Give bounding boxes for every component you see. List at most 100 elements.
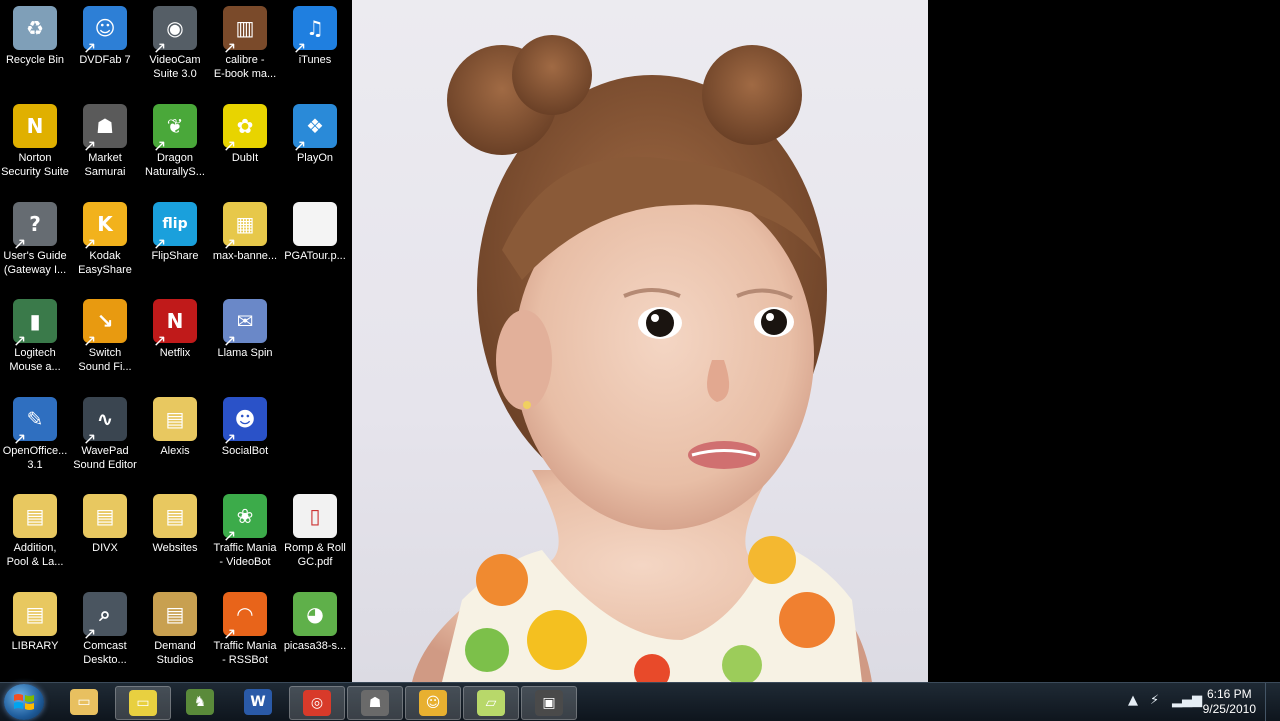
desktop-icon-label: User's Guide (Gateway I... xyxy=(3,250,67,276)
shortcut-arrow-icon: ↗ xyxy=(153,40,167,57)
desktop-icon[interactable]: ⌕ ↗ Comcast Deskto... xyxy=(70,588,140,682)
desktop-icon[interactable]: ▤ Demand Studios xyxy=(140,588,210,682)
desktop-icon[interactable]: ◉ ↗ VideoCam Suite 3.0 xyxy=(140,2,210,96)
app-folder-button[interactable]: ▭ xyxy=(115,686,171,720)
desktop-icon[interactable]: ▮ ↗ Logitech Mouse a... xyxy=(0,295,70,389)
shortcut-arrow-icon: ↗ xyxy=(83,626,97,643)
desktop-icon-label: VideoCam Suite 3.0 xyxy=(149,54,201,80)
desktop-icon-label: Market Samurai xyxy=(84,152,126,178)
desktop-icon-label: SocialBot xyxy=(221,445,269,457)
desktop-icon[interactable]: ✉ ↗ Llama Spin xyxy=(210,295,280,389)
desktop-icon[interactable]: N Norton Security Suite xyxy=(0,100,70,194)
desktop-icon-label: Dragon NaturallyS... xyxy=(145,152,205,178)
desktop-icon[interactable]: ♫ ↗ iTunes xyxy=(280,2,350,96)
desktop-icon[interactable]: ▯ Romp & Roll GC.pdf xyxy=(280,490,350,584)
photo-viewer[interactable] xyxy=(352,0,928,682)
shortcut-arrow-icon: ↗ xyxy=(153,333,167,350)
desktop-icon[interactable]: ❀ ↗ Traffic Mania - VideoBot xyxy=(210,490,280,584)
app-icon xyxy=(293,202,337,246)
word-button[interactable]: W xyxy=(231,686,285,718)
desktop-icon-label: Addition, Pool & La... xyxy=(6,542,64,568)
desktop-icon[interactable]: ▤ Websites xyxy=(140,490,210,584)
desktop-icon-label: PGATour.p... xyxy=(284,250,346,262)
desktop-icon[interactable]: ▤ LIBRARY xyxy=(0,588,70,682)
desktop-icon[interactable]: ▤ DIVX xyxy=(70,490,140,584)
desktop-icon[interactable]: ☗ ↗ Market Samurai xyxy=(70,100,140,194)
shortcut-arrow-icon: ↗ xyxy=(83,431,97,448)
shortcut-arrow-icon: ↗ xyxy=(223,333,237,350)
desktop-icon[interactable]: ◠ ↗ Traffic Mania - RSSBot xyxy=(210,588,280,682)
desktop-icon[interactable]: flip ↗ FlipShare xyxy=(140,198,210,292)
notes-icon: ▱ xyxy=(477,690,505,716)
shortcut-arrow-icon: ↗ xyxy=(13,236,27,253)
chrome-icon: ◎ xyxy=(303,690,331,716)
desktop-icon-label: Traffic Mania - VideoBot xyxy=(213,542,277,568)
desktop-icon-label: LIBRARY xyxy=(11,640,59,652)
desktop-icon-label: max-banne... xyxy=(212,250,278,262)
desktop-icon-label: DIVX xyxy=(92,542,118,554)
desktop-icon-label: Demand Studios xyxy=(154,640,196,666)
app-icon: ♻ xyxy=(13,6,57,50)
desktop-icon-area: ♻ Recycle Bin ☺ ↗ DVDFab 7 ◉ ↗ VideoCam Suite 3… xyxy=(0,0,352,682)
sticky-app-icon: ☺ xyxy=(419,690,447,716)
desktop-icon[interactable]: ◕ picasa38-s... xyxy=(280,588,350,682)
desktop-icon-label: WavePad Sound Editor xyxy=(73,445,137,471)
sticky-app-button[interactable]: ☺ xyxy=(405,686,461,720)
start-button[interactable] xyxy=(4,684,44,720)
app-icon: ▤ xyxy=(83,494,127,538)
notes-button[interactable]: ▱ xyxy=(463,686,519,720)
desktop-icon-label: OpenOffice... 3.1 xyxy=(2,445,68,471)
windows-explorer-icon: ▭ xyxy=(70,689,98,715)
shortcut-arrow-icon: ↗ xyxy=(153,138,167,155)
desktop-icon[interactable]: ? ↗ User's Guide (Gateway I... xyxy=(0,198,70,292)
windows-logo-icon xyxy=(14,694,34,710)
app-folder-icon: ▭ xyxy=(129,690,157,716)
desktop-icon[interactable]: ↘ ↗ Switch Sound Fi... xyxy=(70,295,140,389)
desktop-icon-label: Norton Security Suite xyxy=(1,152,69,178)
desktop-icon[interactable]: ✿ ↗ DubIt xyxy=(210,100,280,194)
desktop-icon-label: Comcast Deskto... xyxy=(83,640,127,666)
shortcut-arrow-icon: ↗ xyxy=(223,528,237,545)
shortcut-arrow-icon: ↗ xyxy=(223,40,237,57)
app-icon: ▯ xyxy=(293,494,337,538)
clock[interactable]: 6:16 PM 9/25/2010 xyxy=(1203,687,1256,717)
desktop-icon[interactable]: K ↗ Kodak EasyShare xyxy=(70,198,140,292)
shortcut-arrow-icon: ↗ xyxy=(223,236,237,253)
desktop-icon-label: DVDFab 7 xyxy=(79,54,131,66)
desktop-icon[interactable]: ☺ ↗ DVDFab 7 xyxy=(70,2,140,96)
app-icon: ▤ xyxy=(153,494,197,538)
desktop-icon-label: FlipShare xyxy=(151,250,199,262)
word-icon: W xyxy=(244,689,272,715)
shortcut-arrow-icon: ↗ xyxy=(223,626,237,643)
power-icon[interactable]: ⚡ xyxy=(1150,693,1159,708)
evernote-button[interactable]: ♞ xyxy=(173,686,227,718)
desktop-icon[interactable]: ∿ ↗ WavePad Sound Editor xyxy=(70,393,140,487)
chrome-button[interactable]: ◎ xyxy=(289,686,345,720)
desktop-icon-label: calibre - E-book ma... xyxy=(213,54,277,80)
show-desktop-button[interactable] xyxy=(1265,683,1280,721)
desktop-icon[interactable]: ▦ ↗ max-banne... xyxy=(210,198,280,292)
desktop-icon[interactable]: ❦ ↗ Dragon NaturallyS... xyxy=(140,100,210,194)
desktop-icon[interactable]: ▤ Addition, Pool & La... xyxy=(0,490,70,584)
desktop-icon-label: DubIt xyxy=(231,152,259,164)
network-icon[interactable]: ▂▄▆ xyxy=(1172,693,1202,708)
desktop-icon[interactable]: ▥ ↗ calibre - E-book ma... xyxy=(210,2,280,96)
desktop-icon[interactable]: N ↗ Netflix xyxy=(140,295,210,389)
desktop-icon[interactable]: ✎ ↗ OpenOffice... 3.1 xyxy=(0,393,70,487)
desktop-icon-label: Traffic Mania - RSSBot xyxy=(213,640,277,666)
desktop-icon[interactable]: PGATour.p... xyxy=(280,198,350,292)
shortcut-arrow-icon: ↗ xyxy=(83,40,97,57)
desktop-icon-label: PlayOn xyxy=(296,152,334,164)
desktop-icon-label: picasa38-s... xyxy=(283,640,347,652)
shortcut-arrow-icon: ↗ xyxy=(153,236,167,253)
show-hidden-icons-icon[interactable]: ▲ xyxy=(1128,693,1138,708)
recorder-button[interactable]: ▣ xyxy=(521,686,577,720)
desktop-icon-label: Llama Spin xyxy=(217,347,273,359)
windows-explorer-button[interactable]: ▭ xyxy=(57,686,111,718)
desktop-icon[interactable]: ▤ Alexis xyxy=(140,393,210,487)
desktop-icon[interactable]: ❖ ↗ PlayOn xyxy=(280,100,350,194)
market-samurai-button[interactable]: ☗ xyxy=(347,686,403,720)
desktop-icon[interactable]: ♻ Recycle Bin xyxy=(0,2,70,96)
taskbar: ▭ ▭ ♞ W ◎ ☗ ☺ ▱ ▣ ▲ ⚡ ▂▄▆ 6:16 PM 9/25/2010 xyxy=(0,682,1280,721)
desktop-icon[interactable]: ☻ ↗ SocialBot xyxy=(210,393,280,487)
